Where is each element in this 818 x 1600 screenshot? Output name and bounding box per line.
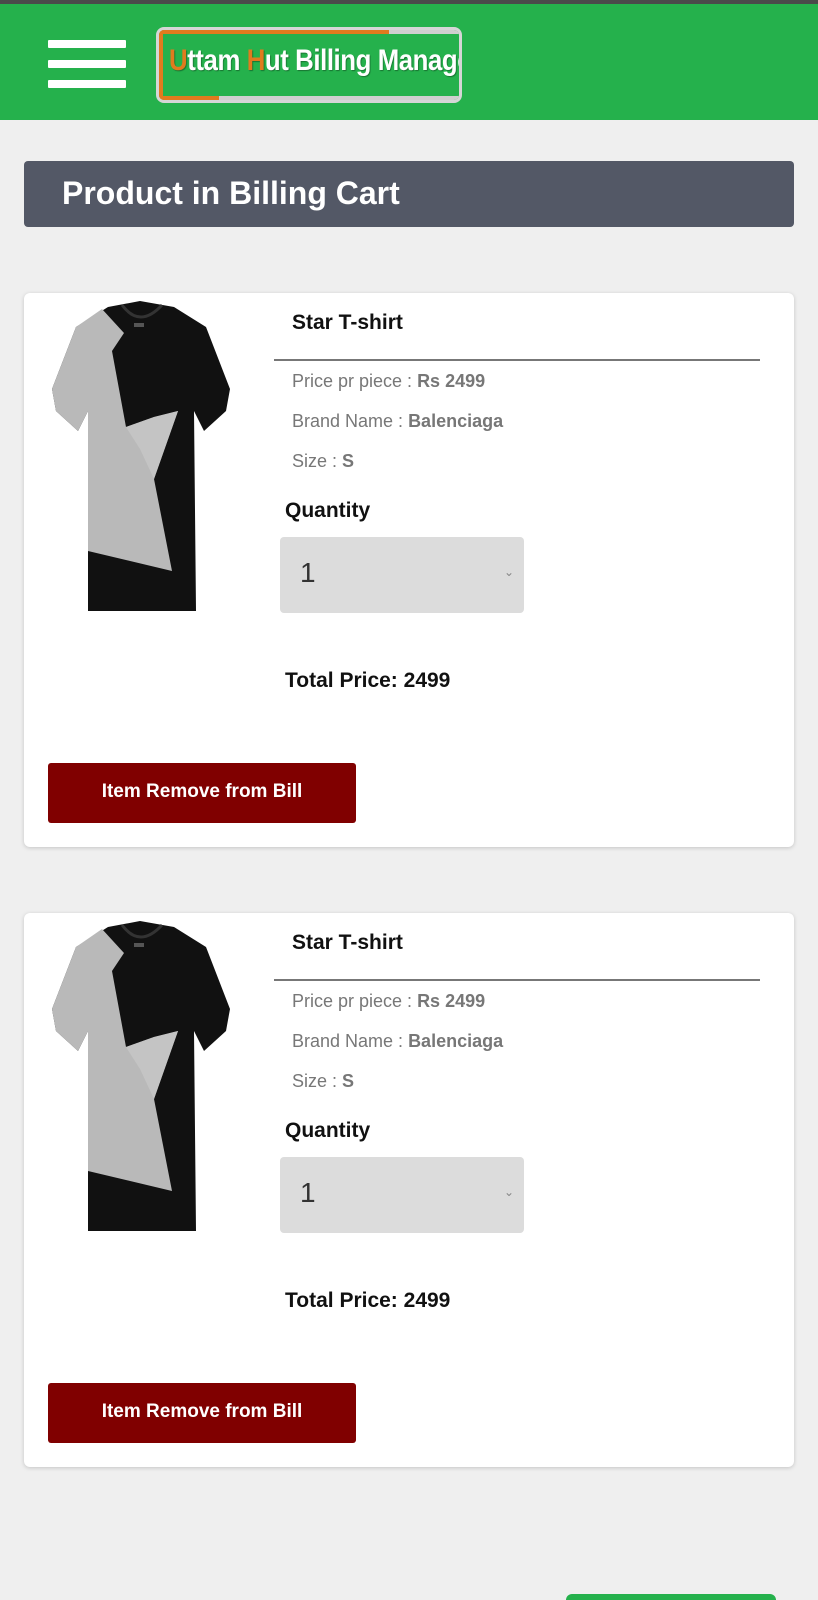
product-name: Star T-shirt: [292, 311, 403, 334]
product-name: Star T-shirt: [292, 931, 403, 954]
size: Size : S: [292, 451, 355, 471]
product-image: [52, 921, 230, 1231]
app-logo-text: Uttam Hut Billing Manager: [169, 44, 462, 77]
quantity-value: 1: [300, 1177, 316, 1208]
cart-item-card: Star T-shirt Price pr piece : Rs 2499 Br…: [24, 293, 794, 847]
price-per-piece: Price pr piece : Rs 2499: [292, 991, 486, 1011]
total-price: Total Price: 2499: [285, 1289, 451, 1312]
quantity-label: Quantity: [285, 499, 371, 522]
remove-item-label: Item Remove from Bill: [101, 1401, 303, 1422]
chevron-down-icon: ⌄: [503, 1185, 514, 1199]
divider: [274, 359, 760, 361]
cart-title-bar: Product in Billing Cart: [24, 161, 794, 227]
quantity-value: 1: [300, 557, 316, 588]
price-per-piece: Price pr piece : Rs 2499: [292, 371, 486, 391]
cart-item-card: Star T-shirt Price pr piece : Rs 2499 Br…: [24, 913, 794, 1467]
chevron-down-icon: ⌄: [503, 565, 514, 579]
page-title: Product in Billing Cart: [62, 175, 400, 211]
menu-icon[interactable]: [48, 40, 126, 88]
brand-name: Brand Name : Balenciaga: [292, 1031, 504, 1051]
total-price: Total Price: 2499: [285, 669, 451, 692]
brand-name: Brand Name : Balenciaga: [292, 411, 504, 431]
remove-item-label: Item Remove from Bill: [101, 781, 303, 802]
remove-item-button[interactable]: Item Remove from Bill: [48, 763, 356, 823]
quantity-select[interactable]: 1 ⌄: [280, 1157, 524, 1233]
bottom-action-button[interactable]: [566, 1594, 776, 1600]
size: Size : S: [292, 1071, 355, 1091]
divider: [274, 979, 760, 981]
product-image: [52, 301, 230, 611]
remove-item-button[interactable]: Item Remove from Bill: [48, 1383, 356, 1443]
app-logo[interactable]: Uttam Hut Billing Manager: [156, 27, 462, 103]
quantity-select[interactable]: 1 ⌄: [280, 537, 524, 613]
top-navbar: Uttam Hut Billing Manager: [0, 0, 818, 120]
quantity-label: Quantity: [285, 1119, 371, 1142]
